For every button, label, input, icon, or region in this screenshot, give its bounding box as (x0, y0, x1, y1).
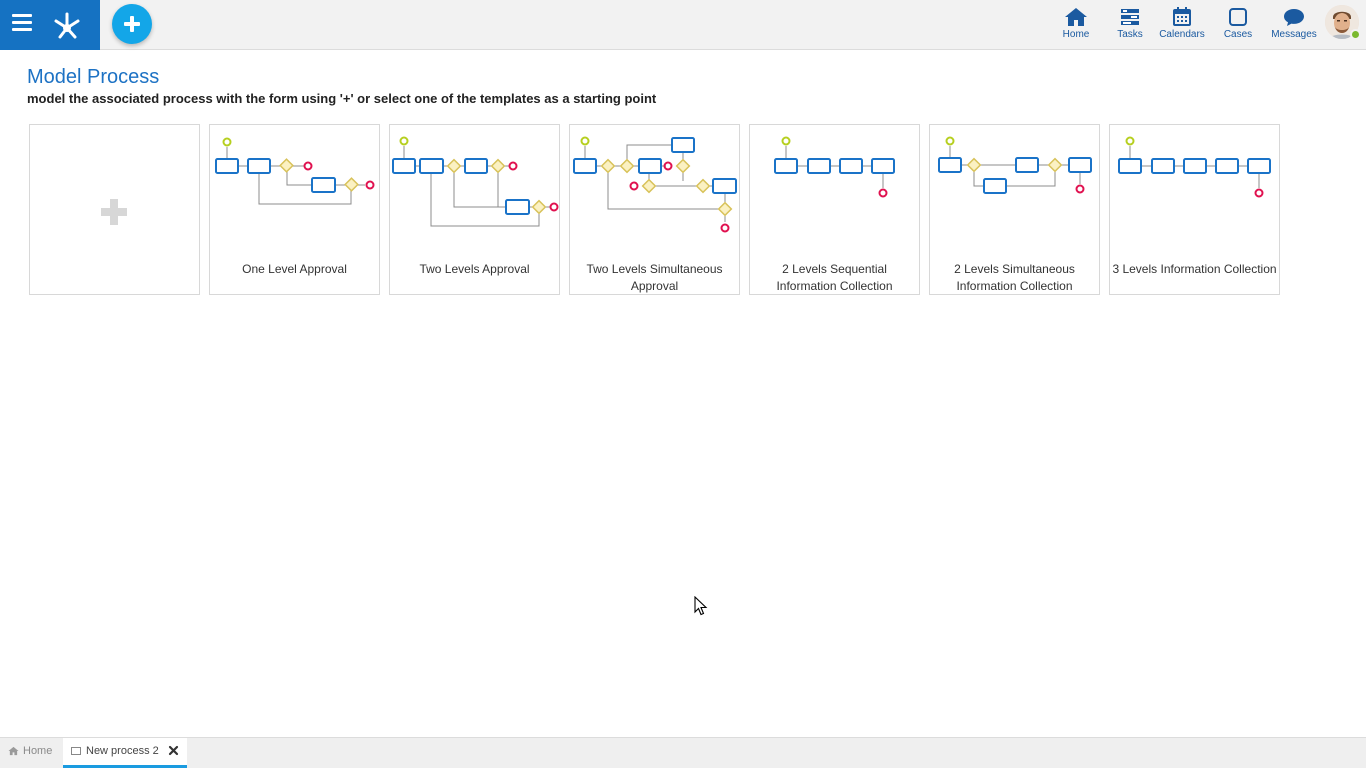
template-card-2-levels-simultaneous-information-collection[interactable]: 2 Levels Simultaneous Information Collec… (929, 124, 1100, 295)
chat-bubble-icon (1284, 9, 1304, 26)
nav-tasks-label: Tasks (1117, 29, 1143, 40)
add-button[interactable] (112, 4, 152, 44)
nav-home[interactable]: Home (1058, 6, 1094, 46)
template-card-label: One Level Approval (242, 262, 347, 276)
nav-tasks[interactable]: Tasks (1113, 6, 1147, 46)
template-card-2-levels-sequential-information-collection[interactable]: 2 Levels Sequential Information Collecti… (749, 124, 920, 295)
template-card-label: Two Levels Approval (419, 262, 530, 276)
nav-messages[interactable]: Messages (1270, 6, 1318, 46)
process-diagram-thumbnail (215, 137, 375, 205)
home-icon (8, 747, 19, 756)
template-card-label: 3 Levels Information Collection (1112, 262, 1277, 276)
template-card-label: Two Levels Simultaneous Approval (586, 262, 723, 293)
calendar-icon (1173, 7, 1191, 26)
bottom-tab-bar: Home New process 2 (0, 737, 1366, 768)
page-title: Model Process (27, 66, 160, 88)
nav-cases-label: Cases (1223, 29, 1253, 40)
template-card-two-levels-approval[interactable]: Two Levels Approval (389, 124, 560, 295)
plus-icon (101, 199, 127, 225)
logo-icon[interactable] (50, 8, 84, 42)
nav-messages-label: Messages (1271, 29, 1317, 40)
cases-icon (1229, 8, 1247, 26)
tab-new-process-2-label: New process 2 (86, 745, 159, 758)
page-subtitle: model the associated process with the fo… (27, 91, 657, 106)
hamburger-menu-icon[interactable] (12, 14, 32, 32)
document-icon (71, 746, 81, 755)
process-diagram-thumbnail (573, 136, 737, 233)
template-card-label: 2 Levels Sequential Information Collecti… (776, 262, 893, 293)
template-card-label: 2 Levels Simultaneous Information Collec… (954, 262, 1075, 293)
nav-cases[interactable]: Cases (1222, 6, 1254, 46)
tasks-icon (1121, 9, 1139, 25)
nav-home-label: Home (1062, 29, 1090, 40)
process-diagram-thumbnail (1118, 136, 1271, 198)
mouse-cursor-icon (694, 596, 708, 616)
online-status-indicator (1350, 29, 1361, 40)
new-process-card[interactable] (29, 124, 200, 295)
process-diagram-thumbnail (774, 136, 895, 198)
home-icon (1065, 8, 1087, 26)
nav-calendars-label: Calendars (1159, 29, 1205, 40)
tab-home-label: Home (23, 745, 53, 758)
template-card-two-levels-simultaneous-approval[interactable]: Two Levels Simultaneous Approval (569, 124, 740, 295)
process-diagram-thumbnail (392, 136, 559, 227)
nav-calendars[interactable]: Calendars (1157, 6, 1207, 46)
tab-home[interactable]: Home (0, 738, 62, 768)
close-icon[interactable] (168, 745, 179, 756)
brand-area (0, 0, 100, 50)
template-card-3-levels-information-collection[interactable]: 3 Levels Information Collection (1109, 124, 1280, 295)
top-bar: Home Tasks Calendars Cases Messages (0, 0, 1366, 50)
template-card-one-level-approval[interactable]: One Level Approval (209, 124, 380, 295)
process-diagram-thumbnail (938, 136, 1092, 194)
